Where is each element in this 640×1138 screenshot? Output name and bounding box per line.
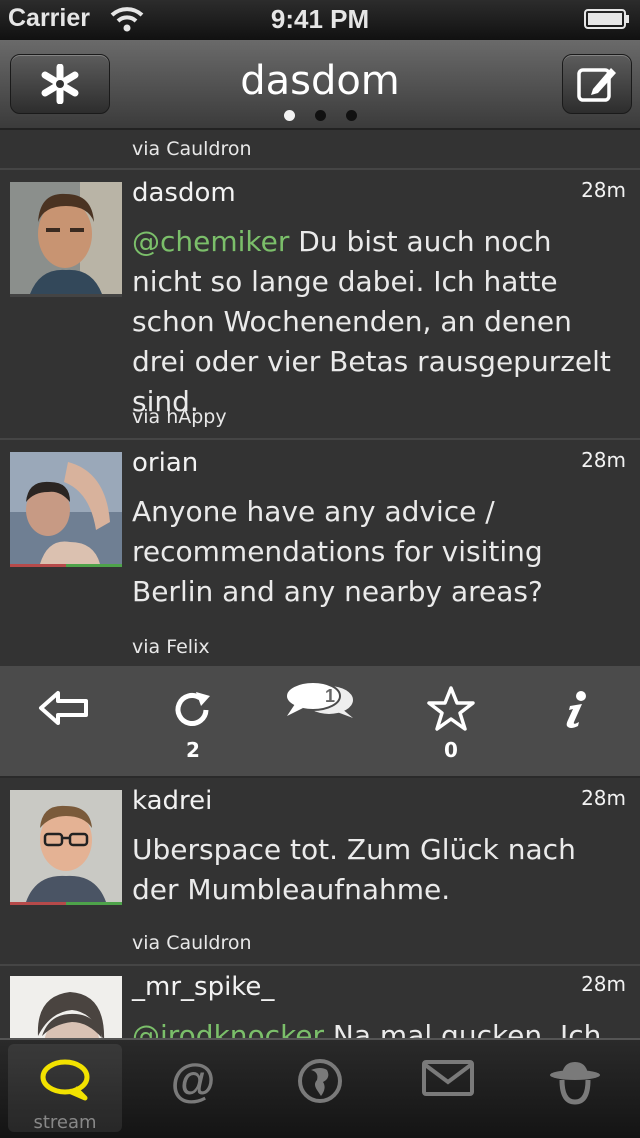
repost-button[interactable]: 2 — [148, 666, 238, 766]
post-time: 28m — [581, 786, 626, 810]
compose-button[interactable] — [562, 54, 632, 114]
avatar-image — [10, 452, 122, 564]
info-button[interactable] — [530, 666, 620, 766]
svg-text:@: @ — [171, 1058, 216, 1106]
post-username[interactable]: orian — [132, 448, 198, 478]
mail-icon — [422, 1060, 474, 1096]
post-via: via Cauldron — [132, 932, 252, 954]
repost-icon — [175, 692, 210, 726]
conversation-icon: 1 — [285, 681, 353, 718]
post-partial-top[interactable]: via Cauldron — [0, 130, 640, 170]
avatar-image — [10, 976, 122, 1038]
post-time: 28m — [581, 448, 626, 472]
status-bar: Carrier 9:41 PM — [0, 0, 640, 40]
clock: 9:41 PM — [270, 4, 370, 34]
conversation-button[interactable]: 1 — [275, 666, 365, 766]
star-button[interactable]: 0 — [406, 666, 496, 766]
compose-icon — [577, 68, 616, 102]
speech-bubble-icon — [40, 1059, 90, 1101]
tab-stream[interactable]: stream — [8, 1044, 122, 1133]
reply-button[interactable] — [19, 666, 109, 766]
globe-icon — [298, 1059, 342, 1103]
post-username[interactable]: _mr_spike_ — [132, 972, 274, 1002]
page-dot-3[interactable] — [345, 110, 357, 121]
avatar-image — [10, 182, 122, 294]
post-body: Na mal gucken. Ich — [324, 1019, 602, 1038]
avatar[interactable] — [10, 452, 122, 567]
stream-feed[interactable]: via Cauldron dasdom 28m @chemiker Du bis… — [0, 130, 640, 1038]
post-dasdom[interactable]: dasdom 28m @chemiker Du bist auch noch n… — [0, 170, 640, 440]
post-mention[interactable]: @chemiker — [132, 225, 289, 258]
avatar[interactable] — [10, 182, 122, 297]
post-text: @irodknocker Na mal gucken. Ich — [132, 1016, 622, 1038]
tab-mentions[interactable]: @ — [136, 1044, 250, 1132]
star-count: 0 — [444, 738, 458, 762]
star-icon — [427, 686, 475, 731]
tab-label: stream — [33, 1112, 97, 1133]
post-via: via Felix — [132, 636, 210, 658]
post-text: Uberspace tot. Zum Glück nach der Mumble… — [132, 833, 576, 906]
navigation-bar: dasdom — [0, 40, 640, 130]
tab-global[interactable] — [263, 1044, 377, 1132]
tab-profile[interactable] — [518, 1044, 632, 1132]
battery-icon — [584, 9, 629, 29]
post-orian[interactable]: orian 28m Anyone have any advice / recom… — [0, 440, 640, 666]
post-action-bar: 2 1 0 — [0, 666, 640, 778]
page-dot-1[interactable] — [283, 110, 295, 121]
reply-arrow-icon — [39, 691, 88, 725]
post-via: via hAppy — [132, 406, 227, 428]
post-kadrei[interactable]: kadrei 28m Uberspace tot. Zum Glück nach… — [0, 778, 640, 966]
post-username[interactable]: kadrei — [132, 786, 212, 816]
post-text: Anyone have any advice / recommendations… — [132, 495, 543, 608]
post-mr-spike[interactable]: _mr_spike_ 28m @irodknocker Na mal gucke… — [0, 966, 640, 1038]
avatar[interactable] — [10, 790, 122, 905]
repost-count: 2 — [186, 738, 200, 762]
post-via: via Cauldron — [132, 138, 252, 160]
tab-bar: stream @ — [0, 1038, 640, 1138]
page-title: dasdom — [240, 58, 400, 104]
at-icon: @ — [171, 1058, 216, 1106]
post-text: @chemiker Du bist auch noch nicht so lan… — [132, 222, 622, 422]
info-icon — [566, 691, 586, 728]
post-username[interactable]: dasdom — [132, 178, 236, 208]
post-time: 28m — [581, 972, 626, 996]
post-mention[interactable]: @irodknocker — [132, 1019, 324, 1038]
tab-messages[interactable] — [391, 1044, 505, 1132]
incognito-hat-icon — [550, 1062, 600, 1105]
conversation-count: 1 — [325, 686, 335, 706]
post-time: 28m — [581, 178, 626, 202]
page-indicator[interactable] — [0, 106, 640, 125]
page-dot-2[interactable] — [314, 110, 326, 121]
avatar[interactable] — [10, 976, 122, 1038]
avatar-image — [10, 790, 122, 902]
